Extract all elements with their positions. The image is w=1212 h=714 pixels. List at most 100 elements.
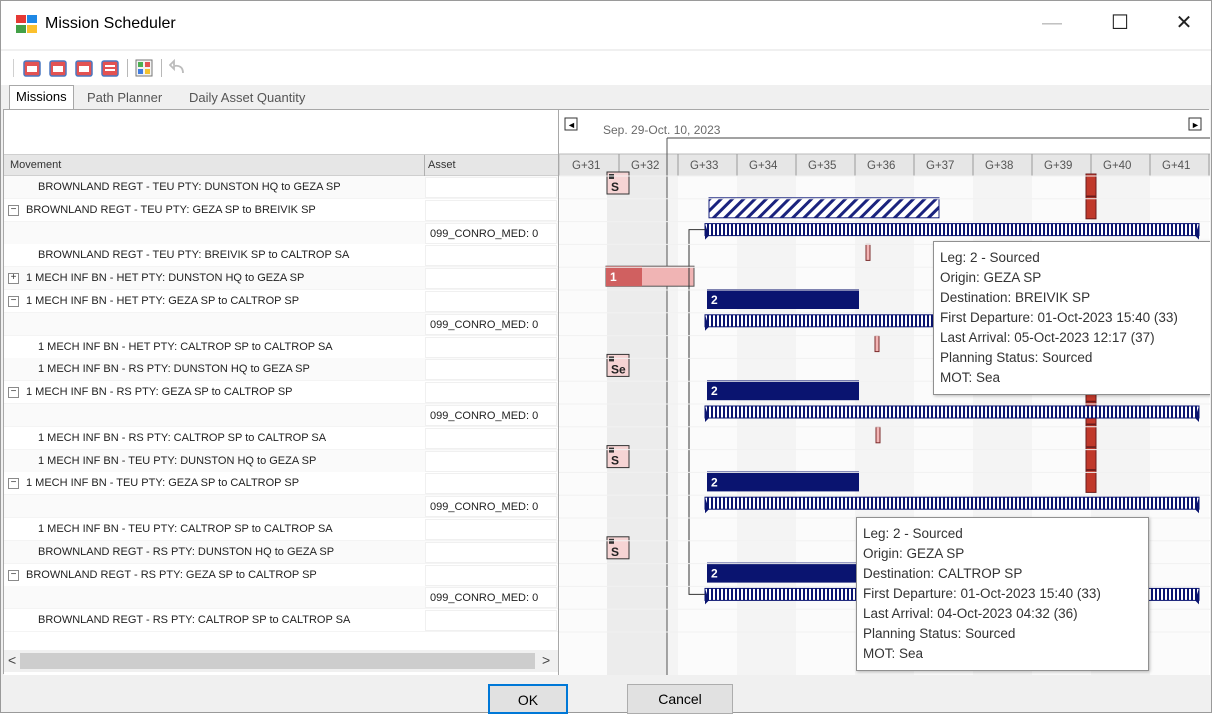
asset-cell[interactable] <box>425 199 557 221</box>
asset-cell[interactable] <box>425 291 557 312</box>
tooltip-line: First Departure: 01-Oct-2023 15:40 (33) <box>863 586 1101 601</box>
gantt-chart: ◄ ► Sep. 29-Oct. 10, 2023 G+31 G+32 G+33 G+34 G… <box>558 110 1210 675</box>
grid-row[interactable]: 099_CONRO_MED: 0 <box>4 495 558 519</box>
close-button[interactable]: ✕ <box>1161 1 1207 45</box>
movement-cell: 1 MECH INF BN - HET PTY: DUNSTON HQ to G… <box>26 272 305 285</box>
undo-icon[interactable] <box>169 59 187 77</box>
asset-cell[interactable] <box>425 336 557 358</box>
planned-hatched-bar <box>708 197 940 219</box>
collapse-icon[interactable]: − <box>8 387 19 399</box>
scroll-right-arrow[interactable]: > <box>542 652 550 668</box>
tooltip-line: Origin: GEZA SP <box>863 546 965 561</box>
grid-row[interactable]: 1 MECH INF BN - HET PTY: CALTROP SP to C… <box>4 335 558 359</box>
asset-cell[interactable]: 099_CONRO_MED: 0 <box>425 405 557 426</box>
asset-cell[interactable] <box>425 177 557 198</box>
arrival-marker <box>1085 447 1097 471</box>
calendar-red-3-icon[interactable] <box>75 59 93 77</box>
grid-rows: BROWNLAND REGT - TEU PTY: DUNSTON HQ to … <box>4 176 558 633</box>
grid-row[interactable]: 099_CONRO_MED: 0 <box>4 312 558 336</box>
arrival-marker <box>1085 196 1097 220</box>
grid-view-icon[interactable] <box>135 59 153 77</box>
scrollbar-thumb[interactable] <box>20 653 535 669</box>
day-label: G+37 <box>926 160 954 172</box>
asset-cell[interactable]: 099_CONRO_MED: 0 <box>425 222 557 244</box>
grid-row[interactable]: BROWNLAND REGT - RS PTY: CALTROP SP to C… <box>4 609 558 633</box>
collapse-icon[interactable]: − <box>8 478 19 490</box>
asset-cell[interactable] <box>425 610 557 632</box>
cancel-button[interactable]: Cancel <box>627 684 733 714</box>
day-label: G+38 <box>985 160 1013 172</box>
grid-row[interactable]: 1 MECH INF BN - RS PTY: CALTROP SP to CA… <box>4 426 558 450</box>
window-title: Mission Scheduler <box>45 15 176 32</box>
sourced-marker-label: S <box>611 180 619 194</box>
tooltip-line: Leg: 2 - Sourced <box>863 526 963 541</box>
tooltip-line: Destination: BREIVIK SP <box>940 290 1091 305</box>
weekend-shade <box>607 176 667 675</box>
movement-cell: BROWNLAND REGT - RS PTY: CALTROP SP to C… <box>38 614 351 627</box>
asset-cell[interactable] <box>425 519 557 540</box>
asset-cell[interactable] <box>425 541 557 563</box>
tooltip-line: Last Arrival: 04-Oct-2023 04:32 (36) <box>863 606 1078 621</box>
asset-cell[interactable] <box>425 268 557 290</box>
asset-cell[interactable] <box>425 473 557 495</box>
asset-cell[interactable] <box>425 359 557 381</box>
grid-row[interactable]: − BROWNLAND REGT - RS PTY: GEZA SP to CAL… <box>4 563 558 587</box>
day-label: G+36 <box>867 160 895 172</box>
calendar-red-1-icon[interactable] <box>23 59 41 77</box>
grid-row[interactable]: 1 MECH INF BN - TEU PTY: DUNSTON HQ to G… <box>4 449 558 473</box>
scroll-left-arrow[interactable]: < <box>8 652 16 668</box>
day-label: G+31 <box>572 160 600 172</box>
grid-row[interactable]: −1 MECH INF BN - HET PTY: GEZA SP to CAL… <box>4 290 558 313</box>
grid-row[interactable]: +1 MECH INF BN - HET PTY: DUNSTON HQ to … <box>4 267 558 291</box>
grid-row[interactable]: 1 MECH INF BN - TEU PTY: CALTROP SP to C… <box>4 518 558 541</box>
grid-row[interactable]: −1 MECH INF BN - TEU PTY: GEZA SP to CAL… <box>4 472 558 496</box>
asset-cell[interactable]: 099_CONRO_MED: 0 <box>425 587 557 609</box>
mission-scheduler-app-icon <box>16 15 37 33</box>
tooltip-line: Leg: 2 - Sourced <box>940 250 1040 265</box>
tab-path-planner[interactable]: Path Planner <box>81 87 168 109</box>
asset-cell[interactable]: 099_CONRO_MED: 0 <box>425 313 557 335</box>
asset-cell[interactable] <box>425 382 557 404</box>
grid-row[interactable]: BROWNLAND REGT - TEU PTY: DUNSTON HQ to … <box>4 176 558 199</box>
leg-2-label: 2 <box>711 384 718 398</box>
small-marker <box>874 335 880 353</box>
asset-cell[interactable] <box>425 427 557 449</box>
movement-column-header[interactable]: Movement <box>10 159 61 171</box>
asset-cell[interactable] <box>425 245 557 267</box>
grid-row[interactable]: − BROWNLAND REGT - TEU PTY: GEZA SP to BR… <box>4 198 558 222</box>
asset-timeline-rail <box>704 405 1200 419</box>
calendar-red-4-icon[interactable] <box>101 59 119 77</box>
movement-cell: BROWNLAND REGT - RS PTY: GEZA SP to CALT… <box>26 568 317 581</box>
tooltip-line: First Departure: 01-Oct-2023 15:40 (33) <box>940 310 1178 325</box>
collapse-icon[interactable]: − <box>8 296 19 307</box>
collapse-icon[interactable]: − <box>8 569 19 581</box>
grid-row[interactable]: 099_CONRO_MED: 0 <box>4 586 558 610</box>
missions-panel: Movement Asset BROWNLAND REGT - TEU PTY:… <box>3 109 1210 675</box>
asset-column-header[interactable]: Asset <box>428 159 456 171</box>
sourced-marker-label: Se <box>611 362 626 376</box>
grid-row[interactable]: BROWNLAND REGT - TEU PTY: BREIVIK SP to … <box>4 244 558 268</box>
horizontal-scrollbar[interactable]: < > <box>4 650 558 672</box>
grid-row[interactable]: BROWNLAND REGT - RS PTY: DUNSTON HQ to G… <box>4 540 558 564</box>
maximize-button[interactable]: ☐ <box>1097 1 1143 45</box>
asset-cell[interactable] <box>425 450 557 472</box>
tab-daily-asset-quantity[interactable]: Daily Asset Quantity <box>183 87 311 109</box>
collapse-icon[interactable]: − <box>8 204 19 216</box>
leg-2-label: 2 <box>711 293 718 307</box>
column-divider <box>424 155 425 176</box>
expand-icon[interactable]: + <box>8 273 19 285</box>
ok-button[interactable]: OK <box>488 684 568 714</box>
grid-row[interactable]: 099_CONRO_MED: 0 <box>4 221 558 245</box>
grid-row[interactable]: 099_CONRO_MED: 0 <box>4 404 558 427</box>
grid-row[interactable]: −1 MECH INF BN - RS PTY: GEZA SP to CALT… <box>4 381 558 405</box>
asset-timeline-rail <box>704 496 1200 510</box>
tab-missions[interactable]: Missions <box>9 85 74 110</box>
asset-cell[interactable]: 099_CONRO_MED: 0 <box>425 496 557 518</box>
minimize-button[interactable]: — <box>1029 1 1075 45</box>
mission-scheduler-window: Mission Scheduler — ☐ ✕ Missions Path Pl… <box>0 0 1212 714</box>
calendar-red-2-icon[interactable] <box>49 59 67 77</box>
movement-cell: 1 MECH INF BN - HET PTY: CALTROP SP to C… <box>38 340 333 353</box>
asset-cell[interactable] <box>425 564 557 586</box>
tooltip-line: Planning Status: Sourced <box>863 626 1016 641</box>
grid-row[interactable]: 1 MECH INF BN - RS PTY: DUNSTON HQ to GE… <box>4 358 558 382</box>
